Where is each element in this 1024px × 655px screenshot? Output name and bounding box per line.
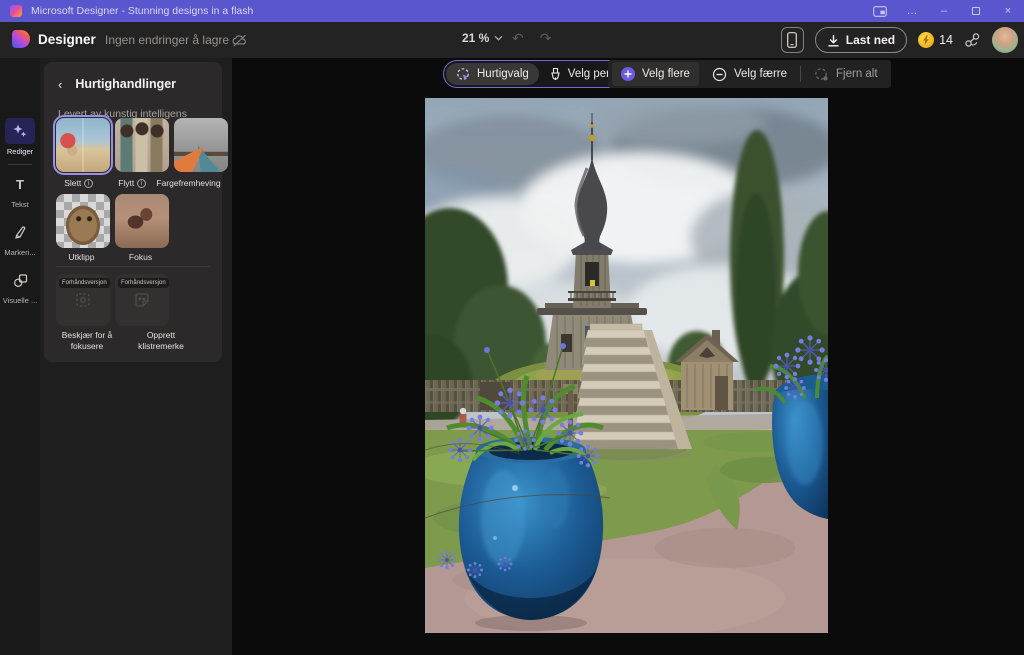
coin-icon [918,32,934,48]
action-row-1 [56,118,228,172]
zoom-value: 21 % [462,31,489,45]
shapes-icon [5,267,35,293]
rail-item-tekst[interactable]: T Tekst [0,171,40,209]
left-rail: Rediger T Tekst Markeri... Visuelle ... [0,58,40,655]
history-controls: ↶ ↷ [512,30,551,47]
panel-column: ‹ Hurtighandlinger Levert av kunstig int… [40,58,232,655]
clear-selection-button[interactable]: Fjern alt [805,62,887,86]
close-icon[interactable]: × [992,0,1024,22]
bolt-icon [922,35,930,45]
action-klistremerke-card[interactable]: Forhåndsversjon [115,274,169,326]
minus-circle-icon [712,67,727,82]
more-window-options-icon[interactable]: … [896,0,928,22]
action-fokus-thumbnail[interactable] [115,194,169,248]
app-toolbar: Designer Ingen endringer å lagre 21 % ↶ … [0,22,1024,58]
app-icon [10,5,22,17]
phone-icon [787,32,797,48]
preview-action-row: Forhåndsversjon Forhåndsversjon [56,274,169,326]
preview-action-labels: Beskjær for å fokusere Opprett klistreme… [48,330,218,352]
download-icon [827,34,840,47]
text-tool-icon: T [5,171,35,197]
redo-icon[interactable]: ↷ [540,30,552,47]
preview-badge: Forhåndsversjon [59,278,110,288]
photo-illustration [425,98,828,633]
cloud-offline-icon [232,34,247,52]
action-row-2 [56,194,169,248]
window-controls: … – × [864,0,1024,22]
plus-circle-icon [621,67,635,81]
credits-indicator[interactable]: 14 [918,32,953,48]
chevron-down-icon [494,35,503,41]
action-utklipp-thumbnail[interactable] [56,194,110,248]
rail-divider [8,164,32,165]
microsoft-designer-window: Microsoft Designer - Stunning designs in… [0,0,1024,655]
minimize-icon[interactable]: – [928,0,960,22]
edit-sparkle-icon [5,118,35,144]
window-title: Microsoft Designer - Stunning designs in… [31,5,253,17]
action-fargefremheving-thumbnail[interactable] [174,118,228,172]
open-in-window-icon[interactable] [864,0,896,22]
crop-focus-icon [75,292,91,308]
info-icon[interactable]: i [137,179,146,188]
utklipp-art [56,194,110,248]
toolbar-right-controls: Last ned 14 [781,22,1018,58]
slett-art [56,118,110,172]
download-button[interactable]: Last ned [815,27,907,53]
canvas-image[interactable] [425,98,828,633]
app-name: Designer [38,32,96,47]
sticker-icon [134,292,150,308]
preview-badge: Forhåndsversjon [118,278,169,288]
share-button[interactable] [964,32,981,48]
designer-logo [12,30,30,48]
selection-edit-group: Velg flere Velg færre Fjern alt [608,60,891,88]
brush-icon [549,67,562,82]
download-label: Last ned [846,33,895,47]
action-labels-1: Sletti Flytti Fargefremheving [52,178,218,188]
quick-select-button[interactable]: Hurtigvalg [446,63,539,85]
rail-item-markering[interactable]: Markeri... [0,219,40,257]
undo-icon[interactable]: ↶ [512,30,524,47]
flytt-art [115,118,169,172]
rail-item-visuelle[interactable]: Visuelle ... [0,267,40,305]
mobile-preview-button[interactable] [781,27,804,53]
deselect-icon [814,67,829,82]
window-titlebar: Microsoft Designer - Stunning designs in… [0,0,1024,22]
quick-actions-panel: ‹ Hurtighandlinger Levert av kunstig int… [44,62,222,362]
action-slett-thumbnail[interactable] [56,118,110,172]
panel-divider [56,266,210,267]
action-labels-2: Utklipp Fokus [52,252,218,262]
add-selection-button[interactable]: Velg flere [612,62,699,86]
zoom-control[interactable]: 21 % [462,31,503,45]
maximize-icon[interactable] [960,0,992,22]
share-link-icon [964,32,981,48]
subtract-selection-button[interactable]: Velg færre [703,62,796,86]
toolbar-divider [800,66,801,82]
marker-pen-icon [5,219,35,245]
save-status-text: Ingen endringer å lagre [105,33,229,47]
credits-count: 14 [939,33,953,47]
rail-item-rediger[interactable]: Rediger [0,118,40,156]
action-flytt-thumbnail[interactable] [115,118,169,172]
quick-select-icon [456,67,471,82]
panel-title: Hurtighandlinger [75,77,176,91]
panel-back-button[interactable]: ‹ [58,78,62,91]
fokus-art [115,194,169,248]
info-icon[interactable]: i [84,179,93,188]
user-avatar[interactable] [992,27,1018,53]
fargefremheving-art [174,118,228,172]
action-beskjaer-card[interactable]: Forhåndsversjon [56,274,110,326]
